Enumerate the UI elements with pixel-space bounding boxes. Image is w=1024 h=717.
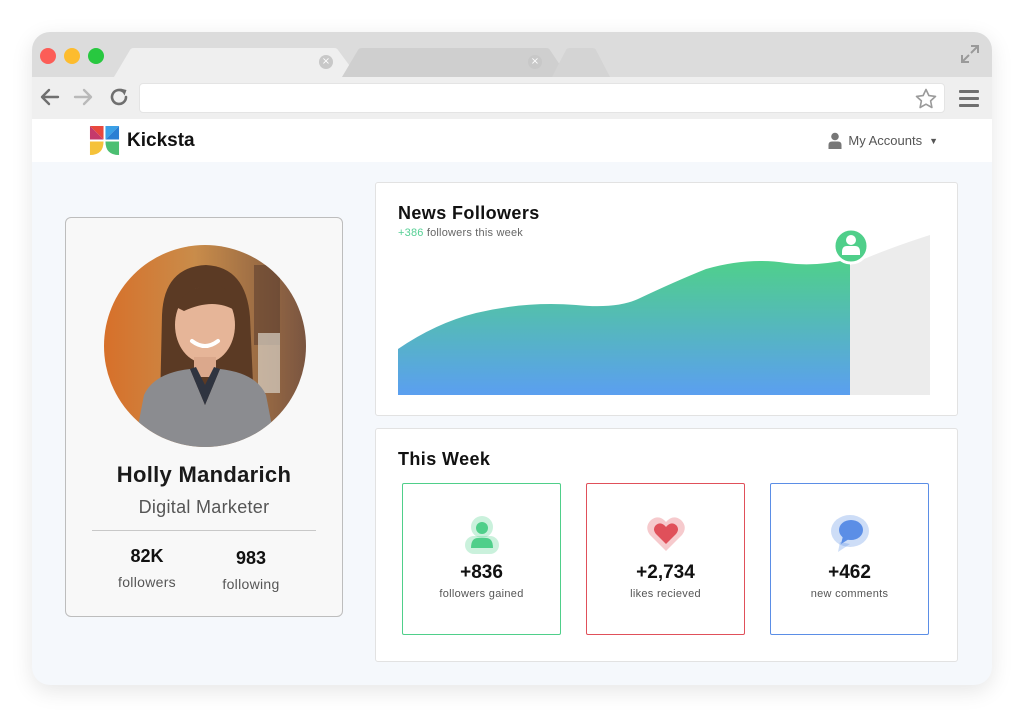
maximize-window-button[interactable] bbox=[88, 48, 104, 64]
divider bbox=[92, 530, 316, 531]
following-stat: 983 following bbox=[196, 548, 306, 592]
metric-value: +462 bbox=[828, 562, 871, 583]
chevron-down-icon: ▼ bbox=[929, 135, 938, 146]
followers-delta: +386 bbox=[398, 227, 424, 239]
metric-label: followers gained bbox=[439, 588, 524, 600]
profile-card: Holly Mandarich Digital Marketer 82K fol… bbox=[65, 217, 343, 617]
forward-arrow-icon[interactable] bbox=[71, 85, 95, 109]
browser-tab[interactable]: × bbox=[342, 48, 568, 77]
followers-label: followers bbox=[118, 574, 176, 590]
metric-label: new comments bbox=[810, 588, 889, 600]
back-arrow-icon[interactable] bbox=[38, 85, 62, 109]
hamburger-menu-icon[interactable] bbox=[958, 87, 980, 109]
followers-stat: 82K followers bbox=[92, 546, 202, 590]
metric-new-comments: +462 new comments bbox=[770, 483, 929, 635]
profile-name: Holly Mandarich bbox=[116, 462, 292, 487]
this-week-panel: This Week +836 followers gained +2,734 l… bbox=[375, 428, 958, 662]
expand-icon[interactable] bbox=[960, 44, 980, 64]
profile-role: Digital Marketer bbox=[138, 497, 270, 517]
following-label: following bbox=[222, 576, 280, 592]
address-bar[interactable] bbox=[139, 83, 945, 113]
reload-icon[interactable] bbox=[107, 85, 131, 109]
browser-window: × × Kicksta My Accounts ▼ Holly Mandaric… bbox=[32, 32, 992, 685]
bookmark-star-icon[interactable] bbox=[914, 87, 938, 111]
close-window-button[interactable] bbox=[40, 48, 56, 64]
followers-area bbox=[398, 259, 850, 395]
metric-followers-gained: +836 followers gained bbox=[402, 483, 561, 635]
speech-bubble-icon bbox=[831, 515, 869, 552]
brand-name: Kicksta bbox=[127, 130, 195, 151]
user-icon bbox=[465, 516, 499, 554]
panel-title: News Followers bbox=[398, 203, 540, 223]
browser-toolbar bbox=[32, 77, 992, 119]
metric-label: likes recieved bbox=[630, 588, 701, 600]
news-followers-panel: News Followers +386 followers this week bbox=[375, 182, 958, 416]
metric-value: +2,734 bbox=[636, 562, 695, 583]
close-tab-icon[interactable]: × bbox=[319, 55, 333, 69]
profile-avatar bbox=[104, 245, 306, 447]
close-tab-icon[interactable]: × bbox=[528, 55, 542, 69]
followers-delta-suffix: followers this week bbox=[426, 227, 523, 239]
minimize-window-button[interactable] bbox=[64, 48, 80, 64]
followers-delta-caption: +386 followers this week bbox=[398, 227, 523, 239]
browser-titlebar: × × bbox=[32, 32, 992, 77]
followers-count: 82K bbox=[130, 546, 164, 566]
metric-likes-received: +2,734 likes recieved bbox=[586, 483, 745, 635]
app-header: Kicksta My Accounts ▼ bbox=[32, 119, 992, 162]
browser-tab-active[interactable]: × bbox=[114, 48, 358, 77]
metric-value: +836 bbox=[460, 562, 503, 583]
my-accounts-dropdown[interactable]: My Accounts ▼ bbox=[828, 132, 938, 149]
my-accounts-label: My Accounts bbox=[848, 133, 923, 148]
heart-icon bbox=[647, 517, 685, 551]
following-count: 983 bbox=[235, 548, 267, 568]
new-tab-button[interactable] bbox=[552, 48, 612, 77]
user-icon bbox=[828, 132, 842, 149]
kicksta-logo[interactable] bbox=[89, 125, 120, 156]
panel-title: This Week bbox=[398, 449, 491, 469]
